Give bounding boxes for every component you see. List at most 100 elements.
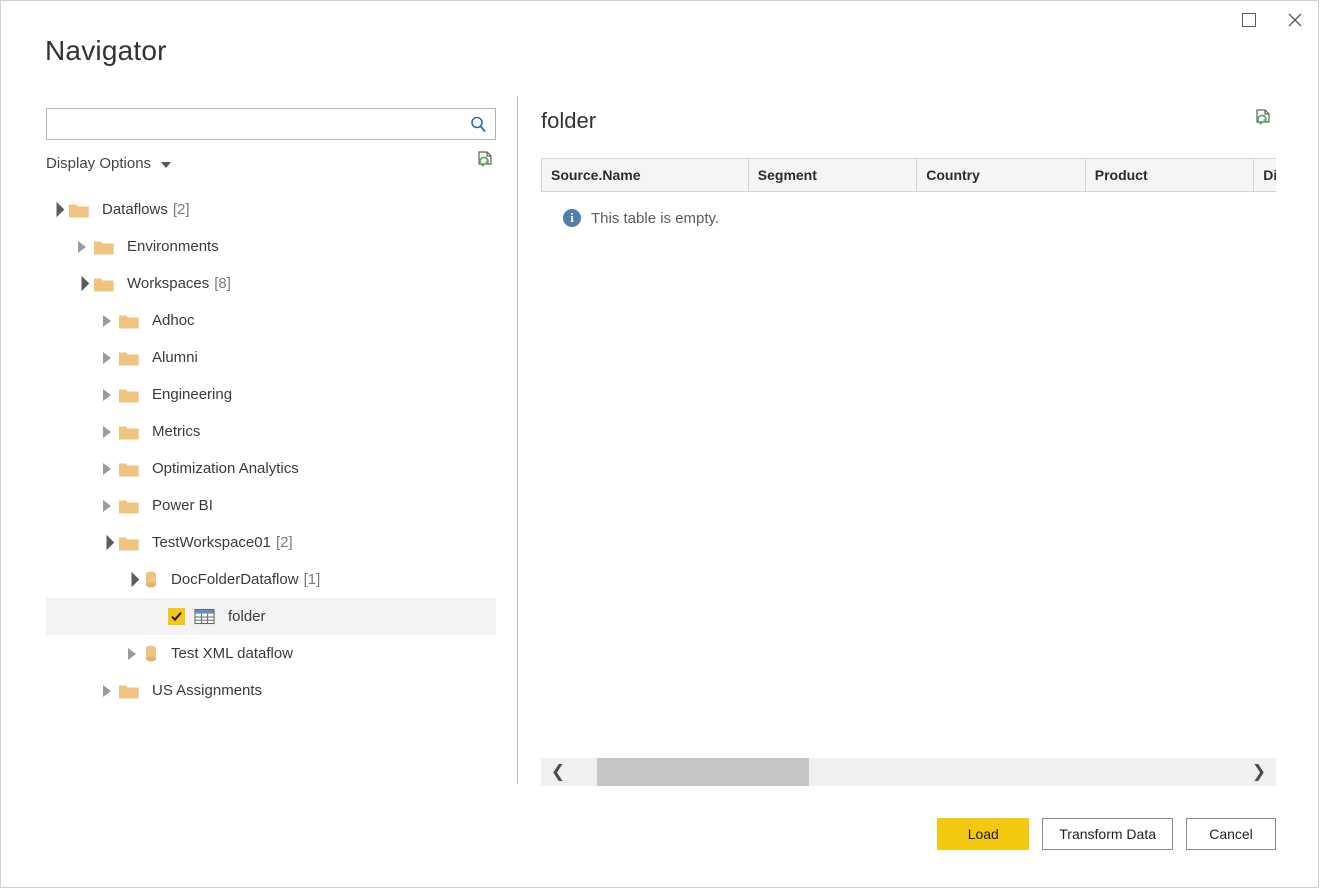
- navigation-pane: Display Options Dataflows [2] Environments…: [1, 96, 517, 786]
- close-button[interactable]: [1272, 1, 1318, 39]
- collapse-triangle-icon[interactable]: [71, 275, 93, 292]
- folder-icon: [119, 352, 139, 365]
- folder-icon: [118, 460, 140, 478]
- refresh-preview-button[interactable]: [1250, 106, 1276, 132]
- expand-triangle-icon[interactable]: [96, 684, 118, 697]
- dataflow-icon: [143, 570, 159, 590]
- navigator-dialog: Navigator Display Options Dataflows [2] …: [0, 0, 1319, 888]
- folder-icon: [119, 389, 139, 402]
- display-options-dropdown[interactable]: Display Options: [46, 154, 172, 172]
- folder-icon: [119, 685, 139, 698]
- folder-icon: [118, 497, 140, 515]
- search-icon[interactable]: [461, 109, 495, 139]
- expand-triangle-icon[interactable]: [96, 388, 118, 401]
- tree-item-label: TestWorkspace01: [152, 534, 271, 551]
- page-title: Navigator: [45, 35, 167, 66]
- maximize-button[interactable]: [1226, 1, 1272, 39]
- display-options-label: Display Options: [46, 154, 152, 172]
- folder-icon: [119, 463, 139, 476]
- scrollbar-thumb[interactable]: [597, 758, 809, 786]
- folder-icon: [119, 537, 139, 550]
- preview-pane: folder Source.Name Segment Country Product D…: [541, 106, 1276, 786]
- tree-item-workspaces[interactable]: Workspaces [8]: [46, 265, 496, 302]
- tree-item-label: Engineering: [152, 386, 233, 403]
- column-header[interactable]: Product: [1084, 158, 1255, 192]
- chevron-down-icon: [161, 161, 172, 168]
- tree-item-label: Adhoc: [152, 312, 195, 329]
- tree-item-count: [8]: [214, 275, 231, 292]
- tree-item-environments[interactable]: Environments: [46, 228, 496, 265]
- folder-icon: [119, 426, 139, 439]
- expand-triangle-icon[interactable]: [121, 647, 143, 660]
- table-icon: [194, 608, 216, 626]
- close-icon: [1288, 13, 1302, 27]
- tree-item-us-assignments[interactable]: US Assignments: [46, 672, 496, 709]
- tree-item-docfolderdataflow[interactable]: DocFolderDataflow [1]: [46, 561, 496, 598]
- tree-item-test-xml-dataflow[interactable]: Test XML dataflow: [46, 635, 496, 672]
- column-header[interactable]: Source.Name: [541, 158, 749, 192]
- expand-triangle-icon[interactable]: [96, 499, 118, 512]
- item-checkbox[interactable]: [168, 608, 185, 625]
- collapse-triangle-icon[interactable]: [46, 201, 68, 218]
- preview-horizontal-scrollbar[interactable]: ❮ ❯: [541, 758, 1276, 786]
- expand-triangle-icon[interactable]: [96, 462, 118, 475]
- scroll-right-button[interactable]: ❯: [1242, 758, 1276, 786]
- tree-item-label: Workspaces: [127, 275, 210, 292]
- expand-triangle-icon[interactable]: [96, 314, 118, 327]
- tree-item-label: Metrics: [152, 423, 201, 440]
- tree-item-metrics[interactable]: Metrics: [46, 413, 496, 450]
- column-header[interactable]: Segment: [747, 158, 918, 192]
- display-options-row: Display Options: [46, 150, 496, 176]
- source-tree[interactable]: Dataflows [2] Environments Workspaces [8] Adh…: [46, 191, 496, 709]
- expand-triangle-icon[interactable]: [71, 240, 93, 253]
- scroll-left-button[interactable]: ❮: [541, 758, 575, 786]
- preview-title: folder: [541, 108, 597, 133]
- tree-item-count: [2]: [275, 534, 293, 551]
- load-button[interactable]: Load: [937, 818, 1030, 850]
- search-box[interactable]: [46, 108, 496, 140]
- tree-item-label: US Assignments: [152, 682, 263, 699]
- footer-buttons: Load Transform Data Cancel: [937, 818, 1276, 850]
- folder-icon: [119, 315, 139, 328]
- tree-item-label: Power BI: [152, 497, 213, 514]
- dialog-footer: Load Transform Data Cancel: [1, 801, 1318, 887]
- tree-item-label: Optimization Analytics: [152, 460, 299, 477]
- tree-item-testworkspace01[interactable]: TestWorkspace01 [2]: [46, 524, 496, 561]
- cancel-button[interactable]: Cancel: [1186, 818, 1276, 850]
- tree-item-count: [2]: [172, 201, 190, 218]
- tree-item-label: folder: [228, 608, 266, 625]
- folder-icon: [118, 423, 140, 441]
- refresh-tree-button[interactable]: [474, 150, 496, 177]
- info-icon: i: [563, 209, 581, 227]
- tree-item-label: Environments: [127, 238, 219, 255]
- tree-item-engineering[interactable]: Engineering: [46, 376, 496, 413]
- tree-item-adhoc[interactable]: Adhoc: [46, 302, 496, 339]
- pane-divider[interactable]: [517, 96, 518, 784]
- tree-item-dataflows[interactable]: Dataflows [2]: [46, 191, 496, 228]
- folder-icon: [118, 682, 140, 700]
- preview-table: Source.NameSegmentCountryProductDiscount…: [541, 158, 1276, 192]
- folder-icon: [118, 312, 140, 330]
- tree-item-folder[interactable]: folder: [46, 598, 496, 635]
- folder-icon: [119, 500, 139, 513]
- column-header[interactable]: Discount Band: [1253, 158, 1276, 192]
- dataflow-icon: [143, 644, 159, 664]
- tree-item-power-bi[interactable]: Power BI: [46, 487, 496, 524]
- dataflow-icon: [146, 645, 156, 661]
- scrollbar-track[interactable]: [575, 758, 1242, 786]
- tree-item-optimization-analytics[interactable]: Optimization Analytics: [46, 450, 496, 487]
- search-input[interactable]: [47, 110, 461, 138]
- page-refresh-icon: [1256, 109, 1270, 125]
- collapse-triangle-icon[interactable]: [96, 534, 118, 551]
- folder-icon: [94, 241, 114, 254]
- tree-item-label: DocFolderDataflow: [171, 571, 299, 588]
- folder-icon: [93, 238, 115, 256]
- collapse-triangle-icon[interactable]: [121, 571, 143, 588]
- column-header[interactable]: Country: [916, 158, 1086, 192]
- expand-triangle-icon[interactable]: [96, 351, 118, 364]
- maximize-icon: [1242, 13, 1256, 27]
- transform-data-button[interactable]: Transform Data: [1042, 818, 1173, 850]
- tree-item-alumni[interactable]: Alumni: [46, 339, 496, 376]
- expand-triangle-icon[interactable]: [96, 425, 118, 438]
- preview-table-container: Source.NameSegmentCountryProductDiscount…: [541, 158, 1276, 758]
